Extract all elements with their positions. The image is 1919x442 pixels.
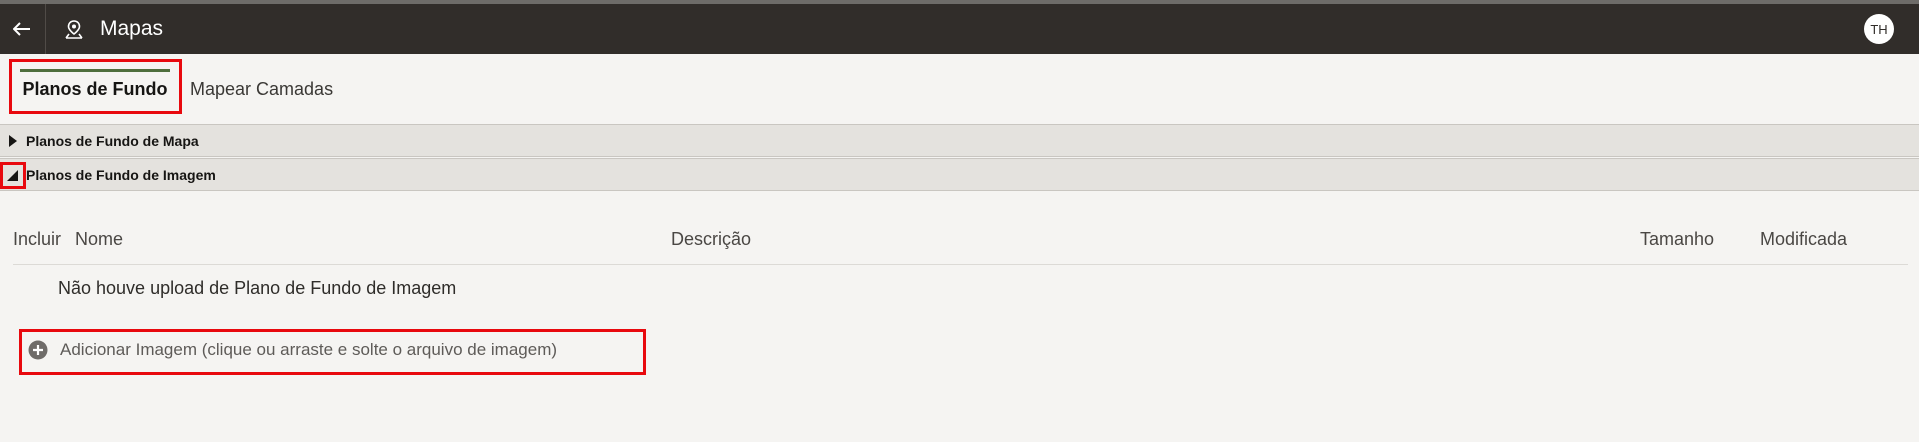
header-divider [45, 4, 46, 54]
highlight-box-add-image [19, 329, 646, 375]
section-image-backgrounds[interactable]: Planos de Fundo de Imagem [0, 158, 1919, 191]
column-header-incluir: Incluir [13, 229, 62, 249]
expand-triangle-icon [9, 135, 17, 147]
column-header-tamanho[interactable]: Tamanho [1640, 229, 1714, 250]
tab-label: Mapear Camadas [190, 78, 334, 99]
section-label: Planos de Fundo de Imagem [26, 167, 216, 183]
column-header-modificada[interactable]: Modificada [1760, 229, 1847, 250]
highlight-box-tab [9, 59, 182, 114]
section-map-backgrounds[interactable]: Planos de Fundo de Mapa [0, 124, 1919, 157]
app-header: Mapas TH [0, 4, 1919, 54]
highlight-box-toggle [0, 162, 26, 189]
back-arrow-icon [13, 22, 30, 36]
back-button[interactable] [0, 4, 44, 54]
empty-table-message: Não houve upload de Plano de Fundo de Im… [58, 278, 457, 298]
section-label: Planos de Fundo de Mapa [26, 133, 199, 149]
user-avatar[interactable]: TH [1864, 14, 1894, 44]
column-header-nome[interactable]: Nome [75, 229, 123, 250]
column-header-descricao[interactable]: Descrição [671, 229, 751, 250]
tab-mapear-camadas[interactable]: Mapear Camadas [190, 66, 333, 112]
app-title: Mapas [100, 17, 164, 40]
map-pin-icon [65, 20, 83, 39]
table-header-divider [13, 264, 1908, 265]
